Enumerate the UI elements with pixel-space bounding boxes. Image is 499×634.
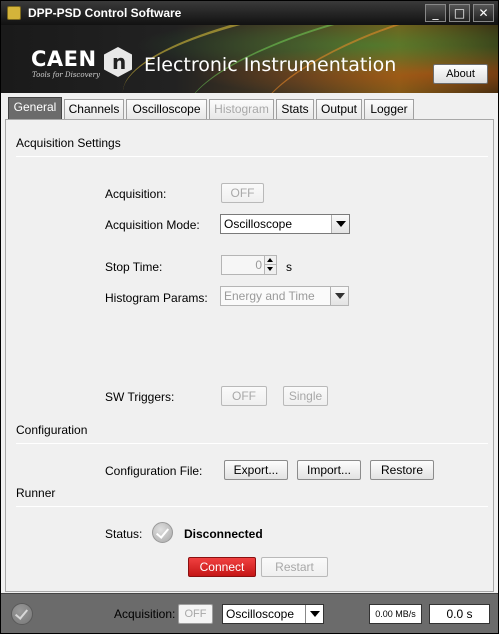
status-bar: Acquisition: OFF Oscilloscope 0.00 MB/s …: [1, 593, 498, 633]
tab-histogram: Histogram: [209, 99, 274, 119]
data-rate-display: 0.00 MB/s: [369, 604, 422, 624]
tab-output[interactable]: Output: [316, 99, 362, 119]
configuration-file-label: Configuration File:: [105, 464, 203, 478]
acquisition-mode-select[interactable]: Oscilloscope: [220, 214, 350, 234]
statusbar-acquisition-label: Acquisition:: [114, 607, 176, 621]
acquisition-toggle[interactable]: OFF: [221, 183, 264, 203]
status-check-icon: [11, 603, 33, 625]
about-button[interactable]: About: [433, 64, 488, 84]
stop-time-label: Stop Time:: [105, 260, 163, 274]
caen-logo: CAEN: [31, 47, 97, 71]
tab-logger[interactable]: Logger: [364, 99, 414, 119]
division-title: Electronic Instrumentation: [144, 54, 397, 76]
histogram-params-label: Histogram Params:: [105, 291, 208, 305]
sw-triggers-toggle[interactable]: OFF: [221, 386, 267, 406]
general-panel: Acquisition Settings Acquisition: OFF Ac…: [5, 119, 494, 592]
divider: [16, 443, 488, 444]
app-icon: [7, 6, 21, 20]
tab-general[interactable]: General: [8, 97, 62, 119]
app-window: DPP-PSD Control Software _ □ ✕ CAEN Tool…: [0, 0, 499, 634]
chevron-down-icon: [305, 605, 323, 623]
caen-tagline: Tools for Discovery: [32, 71, 100, 79]
export-button[interactable]: Export...: [224, 460, 288, 480]
section-title-runner: Runner: [16, 486, 56, 500]
divider: [16, 506, 488, 507]
acquisition-mode-label: Acquisition Mode:: [105, 218, 200, 232]
chevron-down-icon: [330, 287, 348, 305]
caen-n-logo-icon: n: [104, 47, 132, 77]
chevron-down-icon: [331, 215, 349, 233]
tab-stats[interactable]: Stats: [276, 99, 314, 119]
restore-button[interactable]: Restore: [370, 460, 434, 480]
minimize-button[interactable]: _: [425, 4, 446, 22]
single-trigger-button[interactable]: Single: [283, 386, 328, 406]
elapsed-time-display: 0.0 s: [429, 604, 490, 624]
restart-button[interactable]: Restart: [261, 557, 328, 577]
close-button[interactable]: ✕: [473, 4, 494, 22]
tab-channels[interactable]: Channels: [64, 99, 124, 119]
spin-up-icon[interactable]: [264, 256, 276, 265]
connect-button[interactable]: Connect: [188, 557, 256, 577]
connection-status: Disconnected: [184, 527, 263, 541]
status-check-icon: [152, 522, 173, 543]
import-button[interactable]: Import...: [297, 460, 361, 480]
divider: [16, 156, 488, 157]
spin-down-icon[interactable]: [264, 265, 276, 274]
statusbar-acquisition-toggle[interactable]: OFF: [178, 604, 213, 624]
header-banner: CAEN Tools for Discovery n Electronic In…: [1, 25, 498, 93]
section-title-acquisition-settings: Acquisition Settings: [16, 136, 121, 150]
stop-time-spinner[interactable]: 0: [221, 255, 277, 275]
histogram-params-select: Energy and Time: [220, 286, 349, 306]
window-title: DPP-PSD Control Software: [28, 6, 182, 20]
section-title-configuration: Configuration: [16, 423, 88, 437]
status-label: Status:: [105, 527, 143, 541]
tab-oscilloscope[interactable]: Oscilloscope: [126, 99, 207, 119]
title-bar: DPP-PSD Control Software _ □ ✕: [1, 1, 498, 25]
sw-triggers-label: SW Triggers:: [105, 390, 175, 404]
stop-time-unit: s: [286, 260, 292, 274]
maximize-button[interactable]: □: [449, 4, 470, 22]
statusbar-mode-select[interactable]: Oscilloscope: [222, 604, 324, 624]
acquisition-label: Acquisition:: [105, 187, 167, 201]
